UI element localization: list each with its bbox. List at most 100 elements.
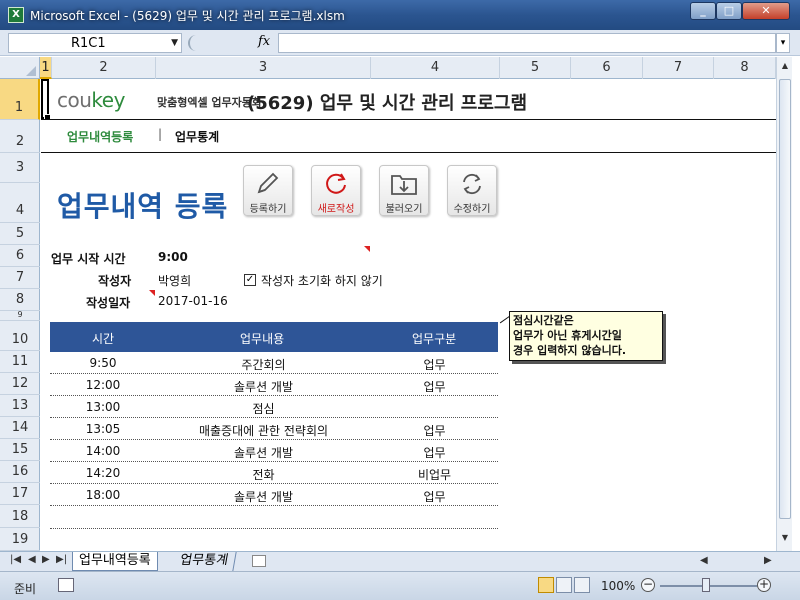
column-header-cell[interactable]: 6 [571,57,643,79]
row-header-cell[interactable]: 18 [0,505,40,528]
cell-time[interactable]: 14:20 [50,466,156,480]
cell-category[interactable]: 비업무 [371,466,498,483]
row-header-cell[interactable]: 6 [0,245,40,267]
row-header-cell[interactable]: 10 [0,321,40,351]
page-break-view-button[interactable] [574,577,590,593]
table-row[interactable] [50,506,498,529]
sheet-tab-register[interactable]: 업무내역등록 [72,552,158,571]
macro-record-icon[interactable] [58,578,74,592]
scroll-right-icon[interactable]: ▶ [764,555,772,566]
cell-time[interactable]: 13:05 [50,422,156,436]
zoom-level[interactable]: 100% [601,579,635,593]
maximize-button[interactable]: □ [716,2,742,20]
cell-category[interactable]: 업무 [371,378,498,395]
nav-link-stats[interactable]: 업무통계 [175,128,219,145]
new-button[interactable]: 새로작성 [311,165,361,216]
row-header-cell[interactable]: 11 [0,351,40,373]
active-cell-selection[interactable] [41,79,51,121]
comment-indicator[interactable] [149,290,155,296]
vertical-scroll-thumb[interactable] [779,79,791,519]
table-row[interactable]: 13:05 매출증대에 관한 전략회의 업무 [50,418,498,440]
comment-indicator[interactable] [364,246,370,252]
vertical-scrollbar[interactable]: ▲ ▼ [776,57,792,551]
chevron-down-icon[interactable]: ▼ [171,38,178,48]
cell-content[interactable]: 솔루션 개발 [156,378,371,395]
row-header-cell[interactable]: 9 [0,311,40,321]
keep-author-checkbox[interactable]: ✓ [244,274,256,286]
row-header-cell[interactable]: 5 [0,223,40,245]
scroll-down-icon[interactable]: ▼ [779,533,791,547]
horizontal-scrollbar[interactable]: ◀ ▶ [700,555,778,569]
nav-link-register[interactable]: 업무내역등록 [67,128,133,145]
row-header-cell[interactable]: 14 [0,417,40,439]
excel-app-icon[interactable]: X [8,7,24,23]
table-row[interactable]: 18:00 솔루션 개발 업무 [50,484,498,506]
cell-time[interactable]: 18:00 [50,488,156,502]
row-header-cell[interactable]: 12 [0,373,40,395]
sheet-tab-stats[interactable]: 업무통계 [172,552,237,571]
scroll-left-icon[interactable]: ◀ [700,555,708,566]
table-row[interactable]: 13:00 점심 [50,396,498,418]
column-header-cell[interactable]: 4 [371,57,500,79]
author-value[interactable]: 박영희 [158,272,191,289]
table-row[interactable]: 14:00 솔루션 개발 업무 [50,440,498,462]
table-row[interactable]: 9:50 주간회의 업무 [50,352,498,374]
column-header-cell[interactable]: 3 [156,57,371,79]
table-row[interactable]: 14:20 전화 비업무 [50,462,498,484]
load-button[interactable]: 불러오기 [379,165,429,216]
select-all-corner[interactable] [0,57,40,79]
cell-content[interactable]: 솔루션 개발 [156,488,371,505]
formula-bar-handle[interactable] [188,35,210,51]
table-row[interactable] [50,529,498,551]
row-header-cell[interactable]: 1 [0,79,40,120]
column-header-cell[interactable]: 7 [643,57,714,79]
insert-function-icon[interactable]: fx [258,34,270,49]
cell-content[interactable]: 전화 [156,466,371,483]
row-header-cell[interactable]: 8 [0,289,40,311]
prev-sheet-icon[interactable]: ◀ [28,554,36,565]
cell-category[interactable]: 업무 [371,422,498,439]
column-header-cell[interactable]: 1 [40,57,52,79]
insert-sheet-icon[interactable] [252,555,266,567]
cell-time[interactable]: 13:00 [50,400,156,414]
cell-time[interactable]: 9:50 [50,356,156,370]
cell-content[interactable]: 주간회의 [156,356,371,373]
name-box[interactable]: R1C1 ▼ [8,33,182,53]
column-header-cell[interactable]: 2 [52,57,156,79]
close-button[interactable]: ✕ [742,2,790,20]
page-layout-view-button[interactable] [556,577,572,593]
zoom-in-button[interactable]: + [757,578,771,592]
column-header-cell[interactable]: 5 [500,57,571,79]
minimize-button[interactable]: _ [690,2,716,20]
cell-content[interactable]: 솔루션 개발 [156,444,371,461]
scroll-up-icon[interactable]: ▲ [779,61,791,75]
row-header-cell[interactable]: 19 [0,528,40,551]
register-button[interactable]: 등록하기 [243,165,293,216]
first-sheet-icon[interactable]: |◀ [10,554,21,565]
date-value[interactable]: 2017-01-16 [158,294,228,308]
cell-time[interactable]: 14:00 [50,444,156,458]
row-header-cell[interactable]: 3 [0,153,40,183]
cell-category[interactable]: 업무 [371,488,498,505]
row-header-cell[interactable]: 13 [0,395,40,417]
row-header-cell[interactable]: 16 [0,461,40,483]
cell-comment-box[interactable]: 점심시간같은 업무가 아닌 휴게시간일 경우 입력하지 않습니다. [509,311,663,361]
column-header-cell[interactable]: 8 [714,57,776,79]
table-row[interactable]: 12:00 솔루션 개발 업무 [50,374,498,396]
edit-button[interactable]: 수정하기 [447,165,497,216]
row-header-cell[interactable]: 2 [0,120,40,153]
row-header-cell[interactable]: 15 [0,439,40,461]
cell-time[interactable]: 12:00 [50,378,156,392]
row-header-cell[interactable]: 7 [0,267,40,289]
cell-category[interactable]: 업무 [371,356,498,373]
row-header-cell[interactable]: 4 [0,183,40,223]
next-sheet-icon[interactable]: ▶ [42,554,50,565]
expand-formula-bar-icon[interactable]: ▾ [776,33,790,53]
zoom-out-button[interactable]: − [641,578,655,592]
row-header-cell[interactable]: 17 [0,483,40,505]
last-sheet-icon[interactable]: ▶| [56,554,67,565]
worksheet-grid[interactable]: coukey 맞춤형엑셀 업무자동화 (5629) 업무 및 시간 관리 프로그… [41,79,776,551]
start-time-value[interactable]: 9:00 [158,250,188,264]
normal-view-button[interactable] [538,577,554,593]
cell-content[interactable]: 매출증대에 관한 전략회의 [156,422,371,439]
